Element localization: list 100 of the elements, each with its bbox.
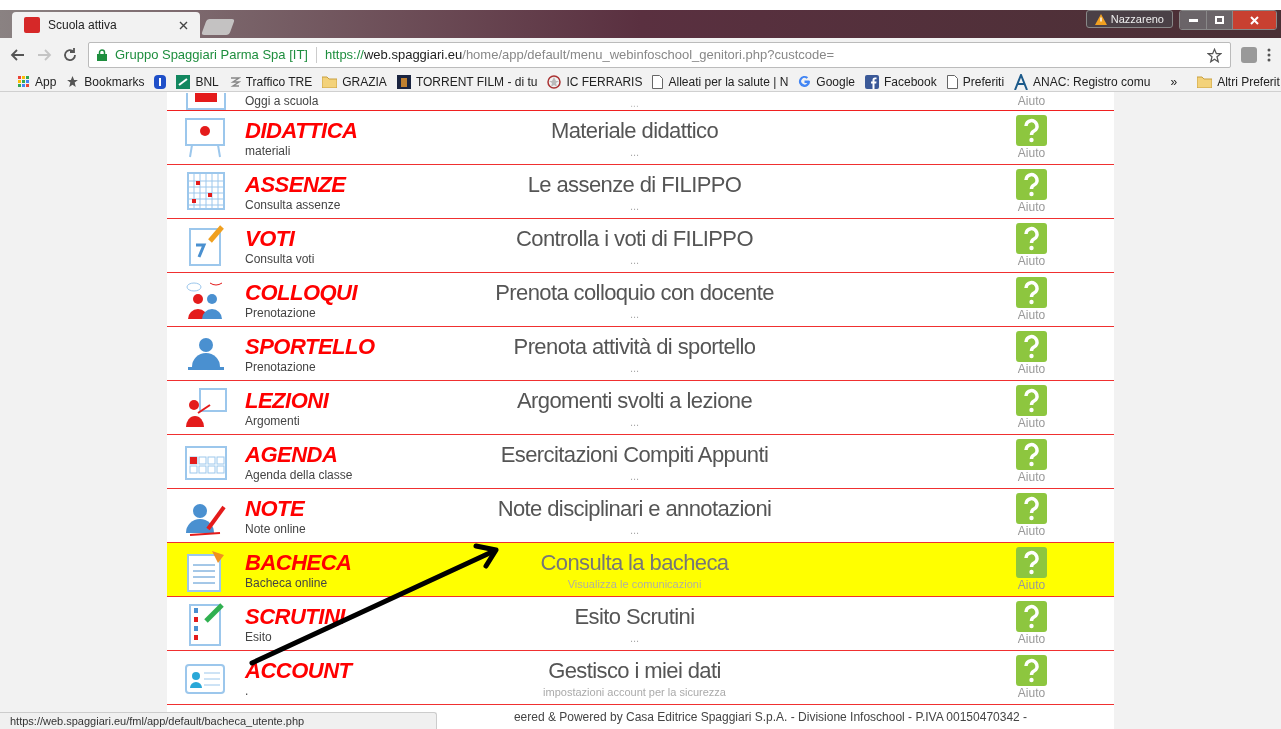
menu-item-detail: ... [629, 198, 640, 213]
bookmark-item[interactable]: Bookmarks [66, 72, 145, 91]
help-icon[interactable] [1016, 331, 1047, 362]
site-identity: Gruppo Spaggiari Parma Spa [IT] [115, 46, 308, 65]
extension-icon[interactable] [1241, 47, 1257, 63]
menu-item-title: DIDATTICA [245, 117, 359, 144]
menu-item-detail: ... [629, 522, 640, 537]
minimize-button[interactable] [1180, 11, 1206, 29]
browser-tab[interactable]: Scuola attiva [12, 12, 200, 38]
menu-item-subtitle: Prenotazione [245, 305, 317, 320]
new-tab-button[interactable] [201, 19, 235, 35]
help-icon[interactable] [1016, 493, 1047, 524]
menu-item-detail: ... [629, 306, 640, 321]
shield-logo-icon [154, 74, 167, 89]
help-icon[interactable] [1016, 601, 1047, 632]
bookmark-item[interactable]: ANAC: Registro comu [1014, 72, 1151, 91]
help-icon[interactable] [1016, 547, 1047, 578]
lock-icon [97, 49, 107, 61]
menu-item-subtitle: Agenda della classe [245, 467, 354, 482]
menu-item-description: Prenota colloquio con docente [495, 278, 774, 307]
menu-item-description: Consulta la bacheca [540, 548, 729, 577]
bookmark-item[interactable]: IC FERRARIS [547, 72, 643, 91]
emblem-icon [547, 74, 562, 89]
menu-item-detail: impostazioni account per la sicurezza [543, 684, 726, 699]
help-label: Aiuto [1017, 93, 1046, 110]
help-icon[interactable] [1016, 439, 1047, 470]
help-icon[interactable] [1016, 115, 1047, 146]
help-label: Aiuto [1017, 308, 1046, 322]
folder-icon [1197, 75, 1213, 88]
maximize-button[interactable] [1206, 11, 1232, 29]
bookmark-item[interactable]: Google [798, 72, 855, 91]
menu-item-title: COLLOQUI [245, 279, 359, 306]
star-icon[interactable] [1207, 47, 1222, 63]
menu-item-subtitle: materiali [245, 143, 292, 158]
menu-item-description: Argomenti svolti a lezione [516, 386, 753, 415]
page-icon [652, 74, 664, 89]
menu-item-subtitle: . [245, 683, 250, 698]
bookmark-item[interactable] [154, 74, 167, 89]
menu-item-detail: ... [629, 414, 640, 429]
menu-item-detail: ... [629, 630, 640, 645]
menu-item-description: Note disciplinari e annotazioni [497, 494, 772, 523]
menu-item-subtitle: Consulta voti [245, 251, 316, 266]
bookmarks-overflow-button[interactable]: » [1170, 72, 1178, 91]
bookmark-item[interactable]: Traffico TRE [228, 72, 313, 91]
menu-item-title: SPORTELLO [245, 333, 376, 360]
help-icon[interactable] [1016, 655, 1047, 686]
bank-logo-icon [176, 74, 191, 89]
menu-item-subtitle: Note online [245, 521, 307, 536]
help-label: Aiuto [1017, 362, 1046, 376]
menu-item-title: ASSENZE [245, 171, 348, 198]
menu-item-detail: ... [629, 360, 640, 375]
help-label: Aiuto [1017, 254, 1046, 268]
help-icon[interactable] [1016, 223, 1047, 254]
bookmark-item[interactable]: Facebook [865, 72, 937, 91]
menu-item-title: AGENDA [245, 441, 339, 468]
bookmark-item[interactable]: App [18, 72, 57, 91]
address-bar[interactable]: Gruppo Spaggiari Parma Spa [IT] https://web.spaggiari.eu/home/app/default/menu_webinfoschool_genitori.php?custcode= [88, 42, 1231, 68]
menu-item-title: ACCOUNT [245, 657, 355, 684]
folder-icon [322, 75, 338, 88]
help-icon[interactable] [1016, 385, 1047, 416]
close-window-button[interactable] [1232, 11, 1276, 29]
help-icon[interactable] [1016, 169, 1047, 200]
help-icon[interactable] [1016, 277, 1047, 308]
reload-icon[interactable] [62, 47, 78, 63]
menu-item-title: VOTI [245, 225, 297, 252]
apps-grid-icon [18, 75, 30, 88]
menu-item-detail: ... [630, 98, 639, 110]
back-arrow-icon[interactable] [10, 47, 26, 63]
bookmark-item[interactable]: TORRENT FILM - di tu [396, 72, 538, 91]
menu-item-subtitle: Consulta assenze [245, 197, 342, 212]
profile-button[interactable]: Nazzareno [1085, 10, 1173, 28]
menu-item-description: Prenota attività di sportello [513, 332, 756, 361]
warning-icon [1094, 13, 1107, 25]
help-label: Aiuto [1017, 686, 1046, 700]
menu-item-subtitle: Argomenti [245, 413, 301, 428]
menu-item-description: Materiale didattico [550, 116, 719, 145]
menu-item-detail: ... [629, 468, 640, 483]
menu-item-description: Esito Scrutini [574, 602, 695, 631]
close-icon[interactable] [179, 20, 188, 30]
menu-item-detail: ... [629, 252, 640, 267]
bookmark-item[interactable]: GRAZIA [322, 72, 387, 91]
help-label: Aiuto [1017, 200, 1046, 214]
bookmark-item[interactable]: Preferiti [946, 72, 1005, 91]
tab-title: Scuola attiva [48, 17, 118, 34]
menu-item-description: Controlla i voti di FILIPPO [516, 224, 753, 253]
letter-logo-icon [1014, 73, 1029, 90]
menu-row[interactable]: BACHECA Bacheca online Consulta la bacheca Visualizza le comunicazioni Aiuto [167, 543, 1114, 597]
menu-icon[interactable] [1267, 48, 1271, 62]
status-url-bubble: https://web.spaggiari.eu/fml/app/default/bacheca_utente.php [0, 712, 437, 729]
menu-item-subtitle: Prenotazione [245, 359, 317, 374]
menu-item-subtitle: Oggi a scuola [245, 93, 319, 110]
bookmark-item[interactable]: BNL [176, 72, 219, 91]
menu-item-title: SCRUTINI [245, 603, 347, 630]
other-bookmarks-folder[interactable]: Altri Preferit [1197, 72, 1280, 91]
menu-item-detail: ... [629, 144, 640, 159]
facebook-logo-icon [865, 74, 879, 89]
google-logo-icon [798, 75, 812, 88]
help-label: Aiuto [1017, 470, 1046, 484]
menu-item-description: Le assenze di FILIPPO [527, 170, 742, 199]
bookmark-item[interactable]: Alleati per la salute | N [652, 72, 789, 91]
